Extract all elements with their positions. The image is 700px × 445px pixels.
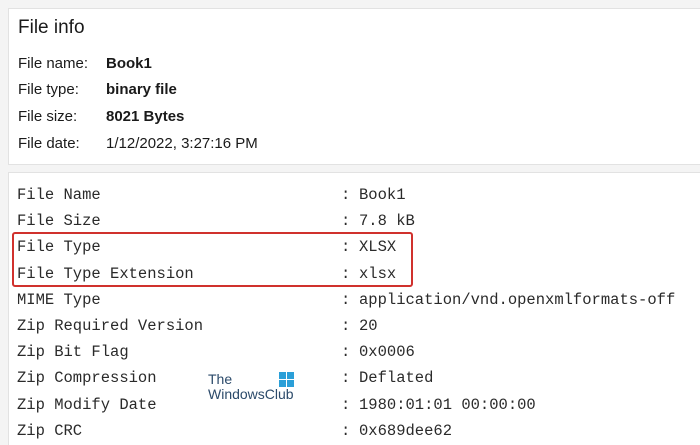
metadata-value: 20 <box>359 317 378 335</box>
metadata-value: 1980:01:01 00:00:00 <box>359 396 536 414</box>
metadata-value: Deflated <box>359 369 434 387</box>
metadata-row: File Size : 7.8 kB <box>17 211 700 231</box>
file-date-value: 1/12/2022, 3:27:16 PM <box>106 135 258 152</box>
metadata-value: 0x0006 <box>359 343 415 361</box>
watermark-line2: WindowsClub <box>208 386 294 402</box>
metadata-panel: File Name : Book1 File Size : 7.8 kB Fil… <box>8 172 700 445</box>
file-name-label: File name: <box>18 55 89 72</box>
metadata-separator: : <box>341 186 351 204</box>
metadata-key: File Size <box>17 212 101 230</box>
file-type-value: binary file <box>106 81 177 98</box>
metadata-key: Zip CRC <box>17 422 83 440</box>
file-type-highlight-box <box>12 232 413 287</box>
metadata-value: 0x689dee62 <box>359 422 453 440</box>
metadata-separator: : <box>341 422 351 440</box>
windows-logo-icon <box>279 372 294 387</box>
metadata-key: Zip Modify Date <box>17 396 157 414</box>
file-name-value: Book1 <box>106 55 152 72</box>
metadata-key: MIME Type <box>17 291 101 309</box>
metadata-separator: : <box>341 396 351 414</box>
metadata-row: MIME Type : application/vnd.openxmlforma… <box>17 290 700 310</box>
metadata-value: application/vnd.openxmlformats-off <box>359 291 676 309</box>
metadata-row: Zip Bit Flag : 0x0006 <box>17 342 700 362</box>
metadata-key: Zip Bit Flag <box>17 343 129 361</box>
metadata-key: Zip Compression <box>17 369 157 387</box>
file-size-value: 8021 Bytes <box>106 108 185 125</box>
metadata-row: Zip Modify Date : 1980:01:01 00:00:00 <box>17 395 700 415</box>
metadata-key: File Name <box>17 186 101 204</box>
metadata-value: 7.8 kB <box>359 212 415 230</box>
file-size-label: File size: <box>18 108 78 125</box>
metadata-key: Zip Required Version <box>17 317 204 335</box>
metadata-separator: : <box>341 369 351 387</box>
metadata-row: File Name : Book1 <box>17 185 700 205</box>
metadata-row: Zip CRC : 0x689dee62 <box>17 421 700 441</box>
file-date-label: File date: <box>18 135 80 152</box>
metadata-value: Book1 <box>359 186 406 204</box>
file-info-panel: File info File name: Book1 File type: bi… <box>8 8 700 165</box>
metadata-separator: : <box>341 317 351 335</box>
file-type-label: File type: <box>18 81 79 98</box>
metadata-separator: : <box>341 343 351 361</box>
metadata-row: Zip Required Version : 20 <box>17 316 700 336</box>
metadata-separator: : <box>341 291 351 309</box>
metadata-separator: : <box>341 212 351 230</box>
metadata-row: Zip Compression : Deflated <box>17 368 700 388</box>
file-info-title: File info <box>18 17 85 38</box>
